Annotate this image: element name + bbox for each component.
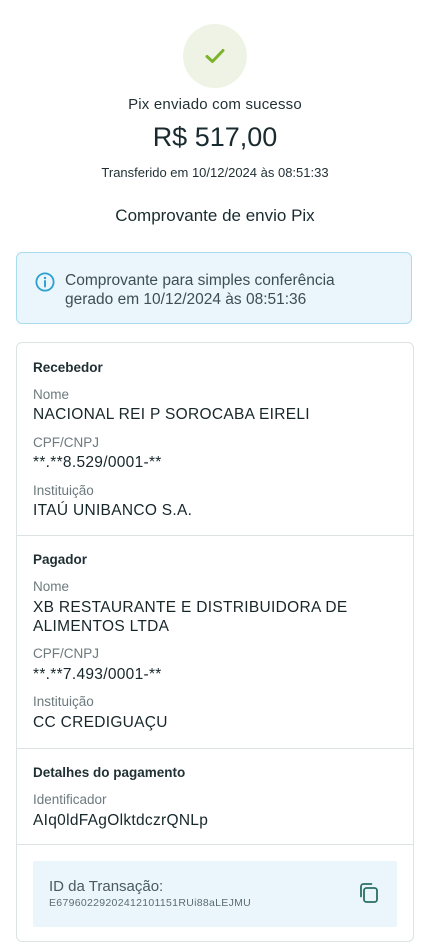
- info-banner: Comprovante para simples conferência ger…: [16, 252, 412, 324]
- receipt-card: Recebedor Nome NACIONAL REI P SOROCABA E…: [16, 342, 414, 942]
- success-status: Pix enviado com sucesso: [128, 96, 302, 113]
- identificador-label: Identificador: [33, 792, 107, 807]
- recebedor-inst: ITAÚ UNIBANCO S.A.: [33, 502, 193, 519]
- identificador-value: AIq0ldFAgOlktdczrQNLp: [33, 812, 209, 829]
- copy-icon[interactable]: [357, 881, 381, 905]
- recebedor-nome: NACIONAL REI P SOROCABA EIRELI: [33, 406, 310, 423]
- transaction-id-box: ID da Transação: E67960229202412101151RU…: [33, 861, 397, 927]
- transfer-amount: R$ 517,00: [152, 122, 278, 152]
- detalhes-title: Detalhes do pagamento: [33, 765, 186, 780]
- pagador-section: Pagador Nome XB RESTAURANTE E DISTRIBUID…: [17, 536, 413, 748]
- pagador-title: Pagador: [33, 552, 88, 567]
- success-badge: [183, 24, 247, 88]
- divider: [17, 844, 413, 845]
- transaction-id-label: ID da Transação:: [49, 878, 164, 895]
- recebedor-inst-label: Instituição: [33, 483, 94, 498]
- pagador-doc: **.**7.493/0001-**: [33, 666, 162, 683]
- recebedor-title: Recebedor: [33, 360, 103, 375]
- pagador-inst: CC CREDIGUAÇU: [33, 714, 168, 731]
- recebedor-nome-label: Nome: [33, 387, 70, 402]
- info-text: Comprovante para simples conferência ger…: [65, 271, 395, 309]
- recebedor-doc-label: CPF/CNPJ: [33, 435, 100, 450]
- info-line-1: Comprovante para simples conferência: [65, 272, 335, 289]
- recebedor-doc: **.**8.529/0001-**: [33, 454, 162, 471]
- transaction-id-value: E67960229202412101151RUi88aLEJMU: [49, 897, 252, 909]
- info-line-2: gerado em 10/12/2024 às 08:51:36: [65, 291, 307, 308]
- pagador-doc-label: CPF/CNPJ: [33, 646, 100, 661]
- pagador-inst-label: Instituição: [33, 694, 94, 709]
- transfer-datetime: Transferido em 10/12/2024 às 08:51:33: [101, 165, 329, 180]
- pagador-nome-label: Nome: [33, 579, 70, 594]
- pagador-nome-line-1: XB RESTAURANTE E DISTRIBUIDORA DE: [33, 599, 348, 616]
- check-icon: [205, 49, 225, 63]
- info-icon: [35, 272, 55, 292]
- recebedor-section: Recebedor Nome NACIONAL REI P SOROCABA E…: [17, 343, 413, 535]
- detalhes-section: Detalhes do pagamento Identificador AIq0…: [17, 749, 413, 844]
- pagador-nome-line-2: ALIMENTOS LTDA: [33, 618, 170, 635]
- receipt-title: Comprovante de envio Pix: [115, 206, 315, 225]
- pagador-nome: XB RESTAURANTE E DISTRIBUIDORA DE ALIMEN…: [33, 598, 393, 636]
